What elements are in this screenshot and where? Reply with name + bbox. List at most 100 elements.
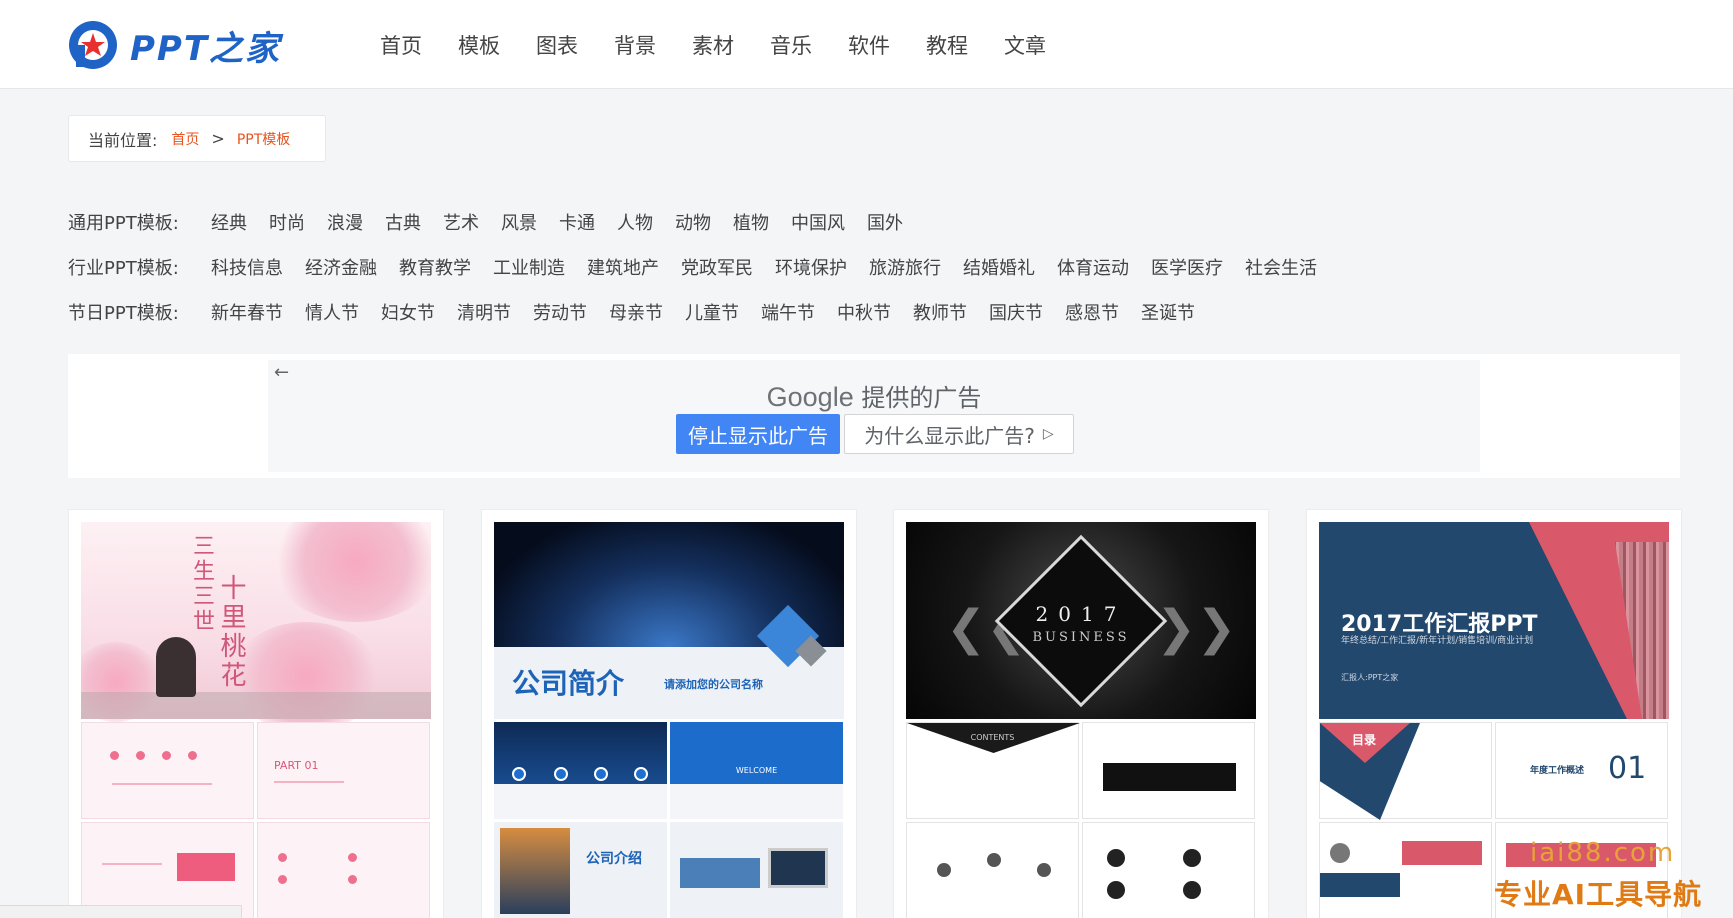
text-line: [102, 863, 162, 865]
category-link[interactable]: 风景: [501, 209, 537, 235]
google-logo: Google: [766, 382, 854, 412]
nav-charts[interactable]: 图表: [536, 30, 614, 60]
thumbnail-slide: 公司介绍: [494, 822, 667, 918]
category-link[interactable]: 古典: [385, 209, 421, 235]
breadcrumb-current-link[interactable]: PPT模板: [237, 129, 290, 149]
watermark-slogan: 专业AI工具导航: [1494, 878, 1703, 911]
category-link[interactable]: 旅游旅行: [869, 254, 941, 280]
nav-tutorials[interactable]: 教程: [926, 30, 1004, 60]
why-ad-button[interactable]: 为什么显示此广告? ▷: [844, 414, 1074, 454]
slide-band: [670, 784, 843, 819]
photo-strip: [680, 858, 760, 888]
category-link[interactable]: 国庆节: [989, 299, 1043, 325]
node-dot: [987, 853, 1001, 867]
city-photo: [500, 828, 570, 914]
category-link[interactable]: 情人节: [305, 299, 359, 325]
category-link[interactable]: 工业制造: [493, 254, 565, 280]
category-link[interactable]: 医学医疗: [1151, 254, 1223, 280]
category-link[interactable]: 中国风: [791, 209, 845, 235]
blue-box: [1320, 873, 1400, 897]
category-link[interactable]: 时尚: [269, 209, 305, 235]
category-link[interactable]: 儿童节: [685, 299, 739, 325]
category-link[interactable]: 新年春节: [211, 299, 283, 325]
logo-star-icon: [69, 21, 117, 69]
category-link[interactable]: 环境保护: [775, 254, 847, 280]
nav-software[interactable]: 软件: [848, 30, 926, 60]
avatar-circle: [1330, 843, 1350, 863]
breadcrumb-label: 当前位置:: [88, 130, 158, 150]
thumbnail-cover: ❮❮ ❯❯ 2017 BUSINESS: [906, 522, 1256, 719]
template-card[interactable]: 三生三世 十里桃花 PART 01: [68, 509, 444, 918]
breadcrumb-home-link[interactable]: 首页: [171, 129, 199, 149]
bullet-dot: [188, 751, 197, 760]
template-thumbnail[interactable]: ❮❮ ❯❯ 2017 BUSINESS CONTENTS: [906, 522, 1256, 918]
nav-backgrounds[interactable]: 背景: [614, 30, 692, 60]
nav-materials[interactable]: 素材: [692, 30, 770, 60]
category-link[interactable]: 圣诞节: [1141, 299, 1195, 325]
category-link[interactable]: 中秋节: [837, 299, 891, 325]
thumbnail-cover: 2017工作汇报PPT 年终总结/工作汇报/新年计划/销售培训/商业计划 汇报人…: [1319, 522, 1669, 719]
category-link[interactable]: 劳动节: [533, 299, 587, 325]
ad-container: ← Google 提供的广告 停止显示此广告 为什么显示此广告? ▷: [68, 354, 1680, 478]
number-label: 年度工作概述: [1530, 766, 1585, 776]
nav-music[interactable]: 音乐: [770, 30, 848, 60]
category-title: 节日PPT模板:: [68, 303, 179, 324]
category-link[interactable]: 教师节: [913, 299, 967, 325]
category-link[interactable]: 党政军民: [681, 254, 753, 280]
category-link[interactable]: 建筑地产: [587, 254, 659, 280]
thumbnail-slide: [81, 722, 254, 819]
step-dot: [634, 767, 648, 781]
category-link[interactable]: 结婚婚礼: [963, 254, 1035, 280]
category-link[interactable]: 经济金融: [305, 254, 377, 280]
category-title: 通用PPT模板:: [68, 213, 179, 234]
ad-title: Google 提供的广告: [268, 378, 1480, 413]
category-link[interactable]: 动物: [675, 209, 711, 235]
category-link[interactable]: 教育教学: [399, 254, 471, 280]
site-logo[interactable]: PPT之家: [68, 20, 281, 70]
category-link[interactable]: 母亲节: [609, 299, 663, 325]
category-link[interactable]: 体育运动: [1057, 254, 1129, 280]
template-thumbnail[interactable]: 三生三世 十里桃花 PART 01: [81, 522, 431, 918]
template-card[interactable]: 公司简介 请添加您的公司名称 WELCOME 公司介绍: [481, 509, 857, 918]
breadcrumb: 当前位置: 首页 > PPT模板: [68, 115, 326, 162]
cover-title: 公司简介: [512, 667, 625, 700]
thumbnail-slide: [1319, 822, 1492, 918]
monitor-shape: [768, 848, 828, 888]
category-link[interactable]: 妇女节: [381, 299, 435, 325]
category-link[interactable]: 植物: [733, 209, 769, 235]
nav-articles[interactable]: 文章: [1004, 30, 1082, 60]
thumbnail-slide: CONTENTS: [906, 722, 1080, 819]
node-dot: [1037, 863, 1051, 877]
bullet-dot: [278, 875, 287, 884]
bullet-dot: [136, 751, 145, 760]
category-link[interactable]: 卡通: [559, 209, 595, 235]
category-row-holiday: 节日PPT模板: 新年春节 情人节 妇女节 清明节 劳动节 母亲节 儿童节 端午…: [68, 298, 1217, 326]
thumbnail-cover: 三生三世 十里桃花: [81, 522, 431, 732]
category-link[interactable]: 人物: [617, 209, 653, 235]
category-link[interactable]: 端午节: [761, 299, 815, 325]
ad-panel: ← Google 提供的广告 停止显示此广告 为什么显示此广告? ▷: [268, 360, 1480, 472]
category-link[interactable]: 社会生活: [1245, 254, 1317, 280]
cover-business: BUSINESS: [1032, 630, 1130, 645]
template-card[interactable]: ❮❮ ❯❯ 2017 BUSINESS CONTENTS: [893, 509, 1269, 918]
category-link[interactable]: 国外: [867, 209, 903, 235]
category-link[interactable]: 科技信息: [211, 254, 283, 280]
category-link[interactable]: 清明节: [457, 299, 511, 325]
category-link[interactable]: 艺术: [443, 209, 479, 235]
stop-ad-button[interactable]: 停止显示此广告: [676, 414, 840, 454]
part-label: PART 01: [274, 759, 319, 772]
category-link[interactable]: 浪漫: [327, 209, 363, 235]
contents-label: CONTENTS: [970, 733, 1015, 742]
blossom-shape: [271, 522, 431, 622]
bullet-dot: [110, 751, 119, 760]
nav-templates[interactable]: 模板: [458, 30, 536, 60]
thumbnail-slide: [494, 722, 667, 819]
category-link[interactable]: 经典: [211, 209, 247, 235]
icon-circle: [1183, 849, 1201, 867]
toc-label: 目录: [1352, 733, 1377, 747]
nav-home[interactable]: 首页: [380, 30, 458, 60]
text-line: [274, 781, 344, 783]
category-link[interactable]: 感恩节: [1065, 299, 1119, 325]
template-thumbnail[interactable]: 公司简介 请添加您的公司名称 WELCOME 公司介绍: [494, 522, 844, 918]
thumbnail-slide: [81, 822, 254, 918]
